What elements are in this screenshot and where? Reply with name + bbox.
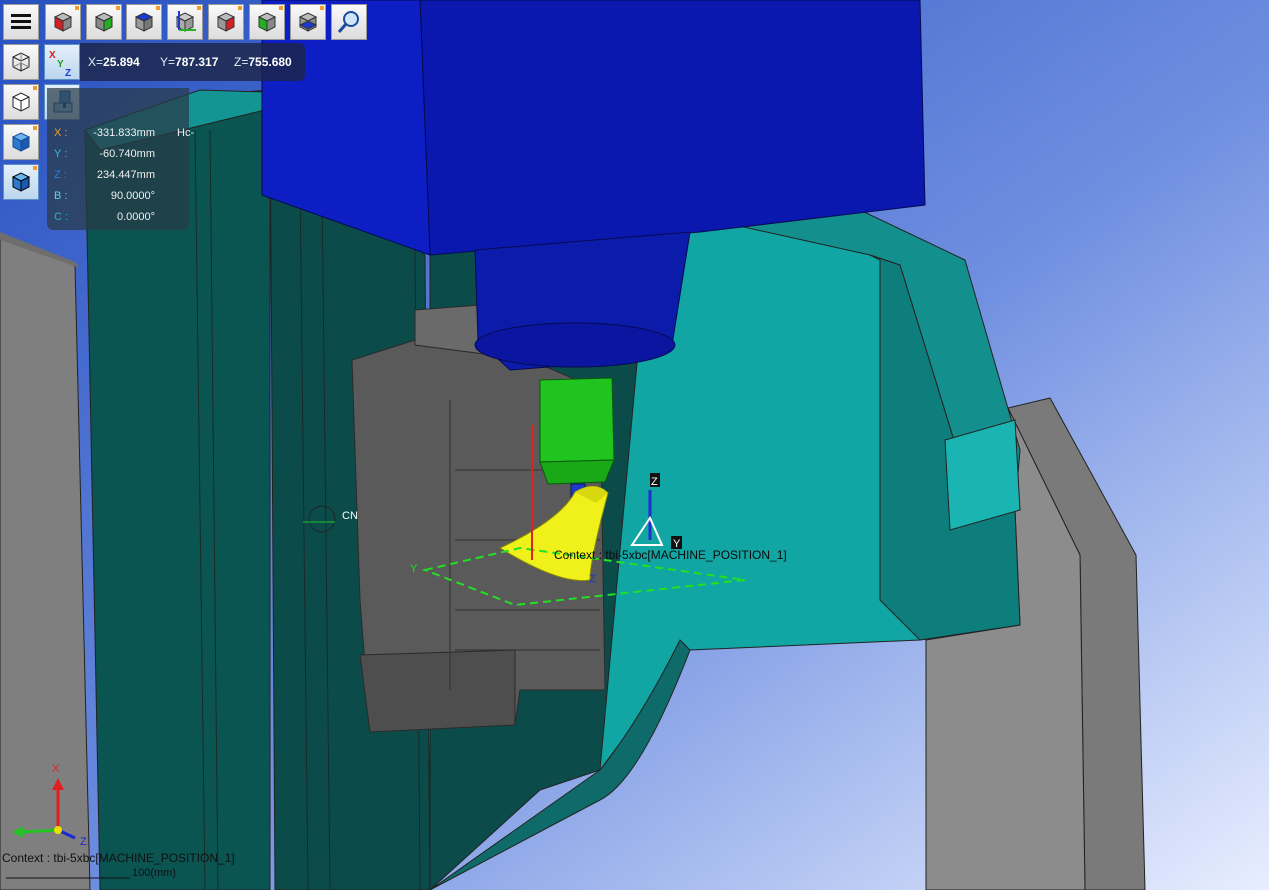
machine-wall-left xyxy=(0,232,91,890)
axis-c-value: 0.0000° xyxy=(116,211,155,223)
shaded-edges-cube-icon xyxy=(11,172,31,192)
wireframe-iso-button[interactable] xyxy=(3,44,39,80)
axis-b-label: B : xyxy=(54,190,68,202)
main-menu-button[interactable] xyxy=(3,4,39,40)
view-axes-button[interactable] xyxy=(167,4,203,40)
axis-orientation-button[interactable]: X Y Z xyxy=(44,44,80,80)
svg-text:X: X xyxy=(49,50,56,61)
coord-z-label: Z= xyxy=(234,55,249,69)
coord-y-value: 787.317 xyxy=(175,55,219,69)
cube-blue-face-icon xyxy=(134,12,154,32)
wireframe-hidden-cube-icon xyxy=(12,92,30,112)
coord-y: Y=787.317 xyxy=(160,55,218,69)
xyz-axes-icon: X Y Z xyxy=(49,50,71,76)
view-top-button[interactable] xyxy=(126,4,162,40)
axis-z-label: Z : xyxy=(54,169,67,181)
zoom-fit-button[interactable] xyxy=(331,4,367,40)
axis-c-label: C : xyxy=(54,211,69,223)
shaded-edges-button[interactable] xyxy=(3,164,39,200)
part-axis-y: Y xyxy=(410,563,418,575)
cube-axes-icon xyxy=(175,11,196,32)
shaded-button[interactable] xyxy=(3,124,39,160)
view-front-button[interactable] xyxy=(45,4,81,40)
svg-text:Z: Z xyxy=(65,68,71,76)
view-side-button[interactable] xyxy=(86,4,122,40)
coord-x-label: X= xyxy=(88,55,104,69)
axis-x-label: X : xyxy=(54,127,68,139)
hamburger-menu-icon xyxy=(11,14,31,29)
triad-z-label: Z xyxy=(651,476,658,488)
cube-green-face-icon xyxy=(94,12,114,32)
axis-x-value: -331.833mm xyxy=(93,127,155,139)
svg-text:Y: Y xyxy=(57,59,64,70)
coord-x-value: 25.894 xyxy=(103,55,140,69)
status-context: Context : tbi-5xbc[MACHINE_POSITION_1] xyxy=(2,851,235,865)
view-back-button[interactable] xyxy=(208,4,244,40)
cursor-coordinate-readout: X=25.894 Y=787.317 Z=755.680 xyxy=(80,43,305,81)
shaded-cube-icon xyxy=(11,132,31,152)
cnc-label: CN xyxy=(342,510,358,522)
cube-red-face-icon xyxy=(53,12,73,32)
zoom-magnifier-icon xyxy=(337,11,359,33)
scene-context-label: Context : tbi-5xbc[MACHINE_POSITION_1] xyxy=(554,548,787,562)
wireframe-cube-icon xyxy=(12,52,30,72)
view-bottom-button[interactable] xyxy=(290,4,326,40)
coord-y-label: Y= xyxy=(160,55,176,69)
axis-y-value: -60.740mm xyxy=(99,148,155,160)
wireframe-hidden-button[interactable] xyxy=(3,84,39,120)
cube-green-face-icon xyxy=(257,12,277,32)
machine-axes-panel: X : -331.833mm Hc- Y : -60.740mm Z : 234… xyxy=(47,88,194,230)
coord-z-value: 755.680 xyxy=(248,55,292,69)
coord-x: X=25.894 xyxy=(88,55,140,69)
coord-z: Z=755.680 xyxy=(234,55,292,69)
axis-z-value: 234.447mm xyxy=(96,169,155,181)
cube-red-face-icon xyxy=(216,12,236,32)
scale-label: 100(mm) xyxy=(132,867,176,879)
axis-y-label: Y : xyxy=(54,148,68,160)
corner-triad-z: Z xyxy=(80,836,87,848)
view-right-button[interactable] xyxy=(249,4,285,40)
cube-blue-bottom-icon xyxy=(298,12,318,32)
axis-x-extra: Hc- xyxy=(177,127,195,139)
corner-triad-x: X xyxy=(52,763,60,775)
axis-b-value: 90.0000° xyxy=(110,190,155,202)
part-axis-z: Z xyxy=(589,573,596,585)
